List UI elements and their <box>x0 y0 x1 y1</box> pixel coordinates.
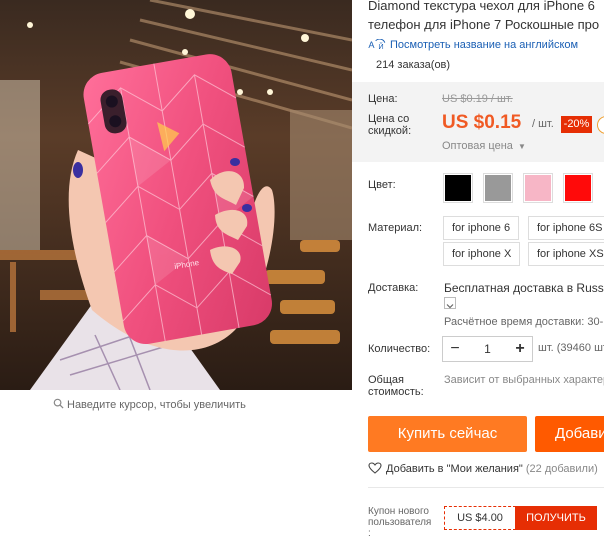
old-price: US $0.19 / шт. <box>442 93 513 105</box>
svg-text:Й: Й <box>378 42 383 50</box>
orders-count: 214 заказа(ов) <box>376 59 451 71</box>
get-coupon-button[interactable]: ПОЛУЧИТЬ <box>515 506 597 530</box>
coupon-label-line-3: : <box>368 528 371 539</box>
color-swatch-fill <box>525 175 551 201</box>
zoom-hint-text: Наведите курсор, чтобы увеличить <box>67 399 246 411</box>
wishlist-text[interactable]: Добавить в "Мои желания" <box>386 463 523 475</box>
translate-link-text[interactable]: Посмотреть название на английском <box>390 39 578 51</box>
material-label: Материал: <box>368 222 423 234</box>
add-to-wishlist-link[interactable]: Добавить в "Мои желания" (22 добавили) <box>368 462 598 475</box>
material-option[interactable]: for iphone 6S <box>528 216 604 240</box>
product-title: Diamond текстура чехол для iPhone 6 теле… <box>368 0 604 33</box>
color-swatch-black[interactable] <box>443 173 473 203</box>
translate-icon: A Й <box>368 39 386 50</box>
new-user-coupon-label: Купон нового пользователя : <box>368 506 431 539</box>
coupon-label-line-1: Купон нового <box>368 506 429 517</box>
divider <box>368 487 604 488</box>
color-label: Цвет: <box>368 179 396 191</box>
color-swatch-fill <box>445 175 471 201</box>
quantity-input[interactable]: 1 <box>467 337 508 361</box>
total-cost-label-line-2: стоимость: <box>368 386 424 398</box>
shipping-estimate: Расчётное время доставки: 30- <box>444 316 604 328</box>
coupon-value: US $4.00 <box>444 506 516 530</box>
color-swatch-pink[interactable] <box>523 173 553 203</box>
total-cost-label: Общая стоимость: <box>368 374 424 398</box>
color-swatch-fill <box>485 175 511 201</box>
price-unit: / шт. <box>532 118 554 130</box>
product-title-line-2: телефон для iPhone 7 Роскошные про <box>368 17 600 32</box>
wholesale-price-text[interactable]: Оптовая цена <box>442 140 513 152</box>
total-cost-label-line-1: Общая <box>368 374 404 386</box>
coupon-label-line-2: пользователя <box>368 517 432 528</box>
discounted-price: US $0.15 <box>442 112 522 133</box>
discount-badge: -20% <box>561 116 592 133</box>
buy-now-button[interactable]: Купить сейчас <box>368 416 527 452</box>
wishlist-count: (22 добавили) <box>525 463 598 475</box>
product-info-panel: Diamond текстура чехол для iPhone 6 теле… <box>352 0 604 545</box>
zoom-hint: Наведите курсор, чтобы увеличить <box>53 398 246 411</box>
add-to-cart-button[interactable]: Добавить <box>535 416 604 452</box>
svg-text:A: A <box>368 40 375 50</box>
discount-price-label-line-2: скидкой: <box>368 125 412 137</box>
magnifier-icon <box>53 398 64 409</box>
color-swatch-red[interactable] <box>563 173 593 203</box>
quantity-stepper: − 1 + <box>442 336 533 362</box>
product-main-image[interactable]: iPhone <box>0 0 352 390</box>
chevron-down-icon <box>446 304 454 309</box>
discount-price-label: Цена со скидкой: <box>368 113 411 137</box>
caret-down-icon: ▼ <box>517 142 526 151</box>
material-option[interactable]: for iphone XS <box>528 242 604 266</box>
material-option[interactable]: for iphone X <box>443 242 521 266</box>
price-label: Цена: <box>368 93 398 105</box>
shipping-chevron-icon[interactable] <box>444 297 456 309</box>
product-title-line-1: Diamond текстура чехол для iPhone 6 <box>368 0 595 13</box>
color-swatch-fill <box>565 175 591 201</box>
quantity-increase-button[interactable]: + <box>508 337 532 361</box>
product-photo: iPhone <box>0 0 352 390</box>
total-cost-note: Зависит от выбранных характер <box>444 374 604 386</box>
quantity-label: Количество: <box>368 343 431 355</box>
shipping-method: Бесплатная доставка в Russian <box>444 281 604 295</box>
shipping-label: Доставка: <box>368 282 419 294</box>
translate-title-link[interactable]: A Й Посмотреть название на английском <box>368 39 578 51</box>
available-quantity: шт. (39460 шт <box>538 342 604 354</box>
wholesale-price-toggle[interactable]: Оптовая цена ▼ <box>442 140 526 152</box>
heart-icon <box>368 462 382 474</box>
discount-price-label-line-1: Цена со <box>368 113 410 125</box>
material-option[interactable]: for iphone 6 <box>443 216 520 240</box>
color-swatch-gray[interactable] <box>483 173 513 203</box>
quantity-decrease-button[interactable]: − <box>443 337 467 361</box>
